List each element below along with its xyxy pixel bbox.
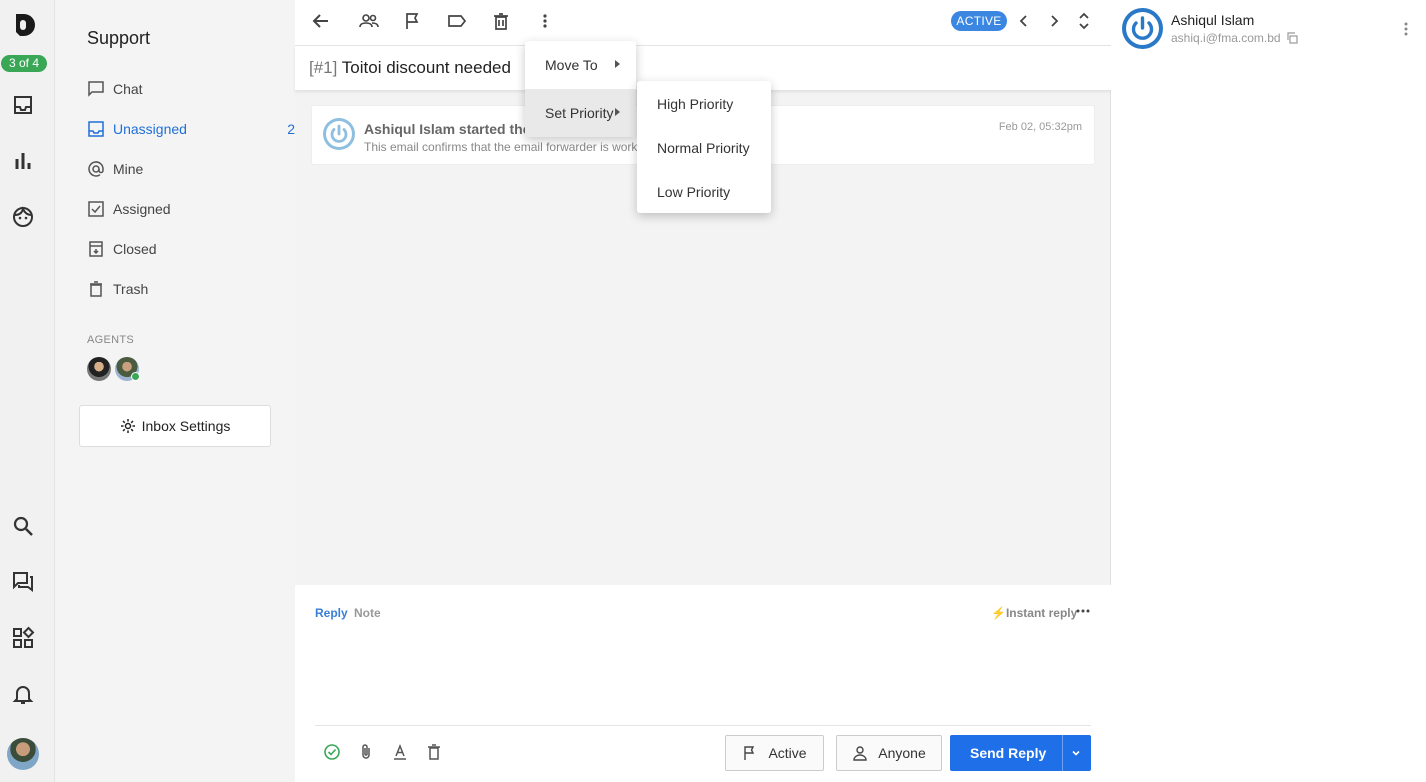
menu-item-move-to[interactable]: Move To	[525, 41, 636, 89]
message-author: Ashiqul Islam started the c	[364, 121, 543, 137]
instant-reply-label: Instant reply	[1005, 606, 1078, 620]
nav-item-label: Mine	[113, 161, 144, 177]
face-icon[interactable]	[11, 205, 35, 229]
person-icon	[853, 746, 867, 761]
nav-item-chat[interactable]: Chat	[87, 78, 267, 100]
agent-avatar[interactable]	[87, 357, 111, 381]
contact-email: ashiq.i@fma.com.bd	[1171, 31, 1281, 45]
chat-icon	[88, 81, 104, 97]
send-split-divider	[1062, 735, 1063, 771]
discard-icon[interactable]	[425, 743, 443, 761]
message-time: Feb 02, 05:32pm	[998, 121, 1082, 133]
more-vert-icon[interactable]	[1397, 20, 1415, 38]
expand-icon[interactable]	[1074, 11, 1094, 31]
nav-item-trash[interactable]: Trash	[87, 278, 267, 300]
menu-item-low-priority[interactable]: Low Priority	[657, 184, 730, 200]
nav-item-label: Chat	[113, 81, 143, 97]
status-badge: ACTIVE	[951, 11, 1007, 31]
submenu-arrow-icon	[615, 108, 620, 116]
forum-icon[interactable]	[11, 570, 35, 594]
nav-item-label: Assigned	[113, 201, 171, 217]
chevron-right-icon[interactable]	[1044, 11, 1064, 31]
menu-item-high-priority[interactable]: High Priority	[657, 96, 733, 112]
agents-label: AGENTS	[87, 334, 135, 346]
priority-submenu: High Priority Normal Priority Low Priori…	[637, 81, 771, 213]
message-preview: This email confirms that the email forwa…	[364, 140, 638, 154]
inbox-settings-label: Inbox Settings	[141, 418, 231, 434]
inbox-icon	[88, 121, 104, 137]
reply-editor: Reply Note ⚡Instant reply Active Anyone …	[295, 585, 1111, 782]
menu-item-normal-priority[interactable]: Normal Priority	[657, 140, 750, 156]
conversation-toolbar: ACTIVE	[295, 0, 1111, 46]
app-rail: 3 of 4	[0, 0, 55, 782]
more-actions-menu: Move To Set Priority	[525, 41, 636, 137]
chevron-left-icon[interactable]	[1014, 11, 1034, 31]
archive-icon	[89, 241, 103, 257]
bell-icon[interactable]	[11, 682, 35, 706]
trash-icon	[90, 281, 102, 297]
more-horiz-icon[interactable]	[1075, 603, 1091, 619]
conversation-title: Toitoi discount needed	[341, 58, 511, 77]
contact-name: Ashiqul Islam	[1171, 12, 1255, 28]
nav-item-closed[interactable]: Closed	[87, 238, 267, 260]
delete-icon[interactable]	[491, 11, 511, 31]
assignee-select-button[interactable]: Anyone	[836, 735, 942, 771]
tab-note[interactable]: Note	[354, 606, 381, 620]
nav-item-label: Trash	[113, 281, 149, 297]
contact-panel: Ashiqul Islam ashiq.i@fma.com.bd	[1111, 0, 1426, 782]
nav-item-assigned[interactable]: Assigned	[87, 198, 267, 220]
text-format-icon[interactable]	[391, 743, 409, 761]
search-icon[interactable]	[11, 514, 35, 538]
attachment-icon[interactable]	[357, 743, 375, 761]
instant-reply-link[interactable]: ⚡Instant reply	[991, 606, 1077, 620]
apps-icon[interactable]	[11, 626, 35, 650]
user-avatar[interactable]	[7, 738, 39, 770]
bar-chart-icon[interactable]	[11, 149, 35, 173]
flag-icon[interactable]	[403, 11, 423, 31]
status-select-label: Active	[768, 745, 807, 761]
contact-avatar-icon[interactable]	[1122, 8, 1163, 49]
check-circle-icon[interactable]	[323, 743, 341, 761]
submenu-arrow-icon	[615, 60, 620, 68]
conversation-id: [#1]	[309, 58, 338, 77]
menu-item-set-priority[interactable]: Set Priority	[525, 89, 636, 137]
send-reply-button[interactable]: Send Reply	[950, 735, 1091, 771]
copy-icon[interactable]	[1286, 32, 1298, 44]
agent-avatar[interactable]	[115, 357, 140, 381]
people-icon[interactable]	[359, 11, 379, 31]
check-box-icon	[88, 201, 104, 217]
inbox-sidebar: Support Chat Unassigned 2 Mine Assigned …	[55, 0, 295, 782]
inbox-title: Support	[87, 28, 151, 48]
logo-icon[interactable]	[11, 12, 37, 38]
more-vert-icon[interactable]	[535, 11, 555, 31]
editor-divider	[315, 725, 1091, 726]
status-select-button[interactable]: Active	[725, 735, 824, 771]
nav-item-mine[interactable]: Mine	[87, 158, 267, 180]
menu-item-label: Set Priority	[545, 105, 614, 121]
inbox-settings-button[interactable]: Inbox Settings	[79, 405, 271, 447]
menu-item-label: Move To	[545, 57, 598, 73]
flag-icon	[744, 746, 755, 760]
nav-item-unassigned[interactable]: Unassigned 2	[87, 118, 295, 140]
label-icon[interactable]	[447, 11, 467, 31]
unassigned-count: 2	[287, 121, 295, 137]
assignee-select-label: Anyone	[878, 745, 926, 761]
inbox-icon[interactable]	[11, 93, 35, 117]
conversation-counter-badge: 3 of 4	[1, 55, 47, 72]
send-reply-label: Send Reply	[970, 745, 1047, 761]
at-icon	[88, 161, 104, 177]
power-avatar-icon	[323, 118, 355, 150]
back-arrow-icon[interactable]	[311, 11, 331, 31]
conversation-subject: [#1] Toitoi discount needed	[309, 58, 511, 78]
tab-reply[interactable]: Reply	[315, 606, 348, 620]
chevron-down-icon[interactable]	[1069, 746, 1083, 760]
gear-icon	[120, 419, 135, 433]
nav-item-label: Closed	[113, 241, 157, 257]
nav-item-label: Unassigned	[113, 121, 187, 137]
